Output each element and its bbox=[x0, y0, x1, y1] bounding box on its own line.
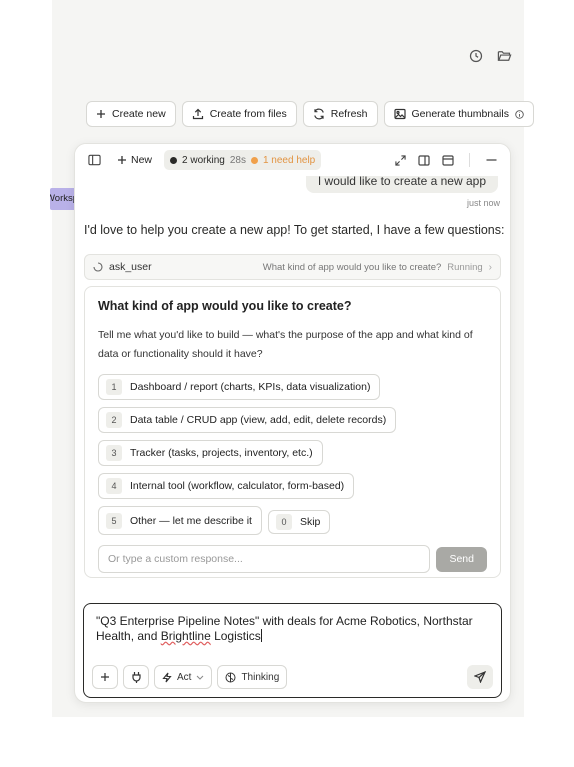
custom-response-input[interactable]: Or type a custom response... bbox=[98, 545, 431, 573]
working-dot-icon bbox=[170, 156, 178, 164]
upload-icon bbox=[192, 108, 203, 120]
assistant-message: I'd love to help you create a new app! T… bbox=[84, 223, 505, 237]
option-number: 4 bbox=[106, 478, 122, 494]
split-view-icon[interactable] bbox=[415, 151, 433, 169]
panel-header-actions bbox=[391, 151, 500, 169]
tool-name: ask_user bbox=[109, 261, 152, 273]
option-dashboard[interactable]: 1 Dashboard / report (charts, KPIs, data… bbox=[98, 374, 381, 400]
lightning-icon bbox=[162, 672, 172, 682]
generate-thumbnails-label: Generate thumbnails bbox=[411, 108, 509, 120]
plus-icon bbox=[97, 110, 105, 118]
skip-button[interactable]: 0 Skip bbox=[267, 509, 331, 534]
option-tracker[interactable]: 3 Tracker (tasks, projects, inventory, e… bbox=[98, 440, 323, 466]
chat-panel: New 2 working 28s 1 need help I would li… bbox=[74, 143, 511, 703]
sidebar-toggle-icon[interactable] bbox=[85, 151, 103, 169]
composer-misspelled-word: Brightline bbox=[160, 629, 211, 643]
question-description: Tell me what you'd like to build — what'… bbox=[98, 329, 473, 360]
workspace-side-tab-label: Worksp bbox=[50, 193, 74, 204]
chat-panel-header: New 2 working 28s 1 need help bbox=[75, 144, 510, 176]
refresh-label: Refresh bbox=[330, 108, 368, 120]
image-icon bbox=[393, 108, 406, 120]
custom-response-placeholder: Or type a custom response... bbox=[108, 553, 243, 565]
new-chat-button[interactable]: New bbox=[117, 154, 152, 166]
create-new-label: Create new bbox=[112, 108, 166, 120]
need-help-dot-icon bbox=[250, 156, 258, 164]
refresh-icon bbox=[313, 108, 324, 120]
attach-button[interactable] bbox=[92, 665, 118, 689]
top-toolbar: Create new Create from files Refresh Gen… bbox=[86, 101, 534, 127]
folder-open-icon[interactable] bbox=[495, 47, 513, 65]
option-number: 5 bbox=[106, 512, 122, 529]
option-data-table[interactable]: 2 Data table / CRUD app (view, add, edit… bbox=[98, 407, 397, 433]
composer-text-part: "Q3 Enterprise Pipeline Notes" with deal… bbox=[96, 614, 473, 643]
composer-text-part: Logistics bbox=[210, 629, 261, 643]
top-right-icons bbox=[467, 47, 513, 65]
need-help-count: 1 need help bbox=[262, 154, 316, 166]
composer-tools: Act Thinking bbox=[92, 665, 288, 689]
skip-label: Skip bbox=[299, 515, 321, 528]
plug-icon bbox=[131, 672, 141, 683]
generate-thumbnails-button[interactable]: Generate thumbnails bbox=[383, 101, 534, 127]
thinking-label: Thinking bbox=[241, 671, 280, 683]
plugin-button[interactable] bbox=[123, 665, 149, 689]
option-label: Dashboard / report (charts, KPIs, data v… bbox=[130, 381, 371, 393]
text-caret bbox=[260, 629, 262, 642]
info-icon[interactable] bbox=[515, 109, 524, 119]
composer-text[interactable]: "Q3 Enterprise Pipeline Notes" with deal… bbox=[96, 614, 489, 644]
option-label: Other — let me describe it bbox=[130, 514, 252, 527]
option-internal-tool[interactable]: 4 Internal tool (workflow, calculator, f… bbox=[98, 473, 355, 499]
tool-question: What kind of app would you like to creat… bbox=[262, 261, 442, 273]
tool-status: Running bbox=[447, 261, 483, 273]
act-mode-dropdown[interactable]: Act bbox=[154, 665, 213, 689]
option-number: 0 bbox=[275, 513, 292, 530]
option-label: Internal tool (workflow, calculator, for… bbox=[130, 480, 345, 492]
workspace-side-tab[interactable]: Worksp bbox=[50, 188, 74, 210]
refresh-button[interactable]: Refresh bbox=[302, 101, 378, 127]
plus-icon bbox=[118, 156, 126, 164]
send-message-button[interactable] bbox=[467, 665, 493, 689]
expand-icon[interactable] bbox=[391, 151, 409, 169]
chevron-down-icon bbox=[197, 675, 204, 680]
minimize-icon[interactable] bbox=[482, 151, 500, 169]
header-divider bbox=[469, 153, 470, 167]
option-number: 1 bbox=[106, 379, 122, 395]
new-chat-label: New bbox=[131, 154, 153, 166]
message-timestamp: just now bbox=[466, 198, 500, 208]
brain-icon bbox=[225, 672, 236, 682]
send-arrow-icon bbox=[474, 671, 486, 683]
send-label: Send bbox=[449, 553, 474, 565]
working-count: 2 working bbox=[182, 154, 225, 166]
option-other[interactable]: 5 Other — let me describe it bbox=[98, 506, 262, 535]
spinner-icon bbox=[93, 262, 103, 272]
window-icon[interactable] bbox=[439, 151, 457, 169]
option-number: 3 bbox=[106, 445, 122, 461]
thinking-toggle[interactable]: Thinking bbox=[217, 665, 288, 689]
plus-icon bbox=[101, 673, 109, 681]
option-number: 2 bbox=[106, 412, 122, 428]
create-from-files-label: Create from files bbox=[209, 108, 287, 120]
elapsed-time: 28s bbox=[229, 154, 246, 166]
create-from-files-button[interactable]: Create from files bbox=[181, 101, 297, 127]
send-response-button[interactable]: Send bbox=[436, 546, 487, 572]
question-title: What kind of app would you like to creat… bbox=[98, 299, 352, 313]
chevron-right-icon: › bbox=[488, 261, 492, 273]
option-label: Data table / CRUD app (view, add, edit, … bbox=[130, 414, 387, 426]
question-card: What kind of app would you like to creat… bbox=[84, 286, 501, 578]
act-label: Act bbox=[177, 671, 192, 683]
user-message-text: I would like to create a new app bbox=[317, 174, 486, 188]
option-label: Tracker (tasks, projects, inventory, etc… bbox=[130, 447, 313, 459]
agent-status-pill[interactable]: 2 working 28s 1 need help bbox=[164, 150, 322, 170]
create-new-button[interactable]: Create new bbox=[86, 101, 176, 127]
history-clock-icon[interactable] bbox=[467, 47, 485, 65]
message-composer[interactable]: "Q3 Enterprise Pipeline Notes" with deal… bbox=[83, 603, 502, 698]
tool-call-row[interactable]: ask_user What kind of app would you like… bbox=[84, 254, 501, 280]
